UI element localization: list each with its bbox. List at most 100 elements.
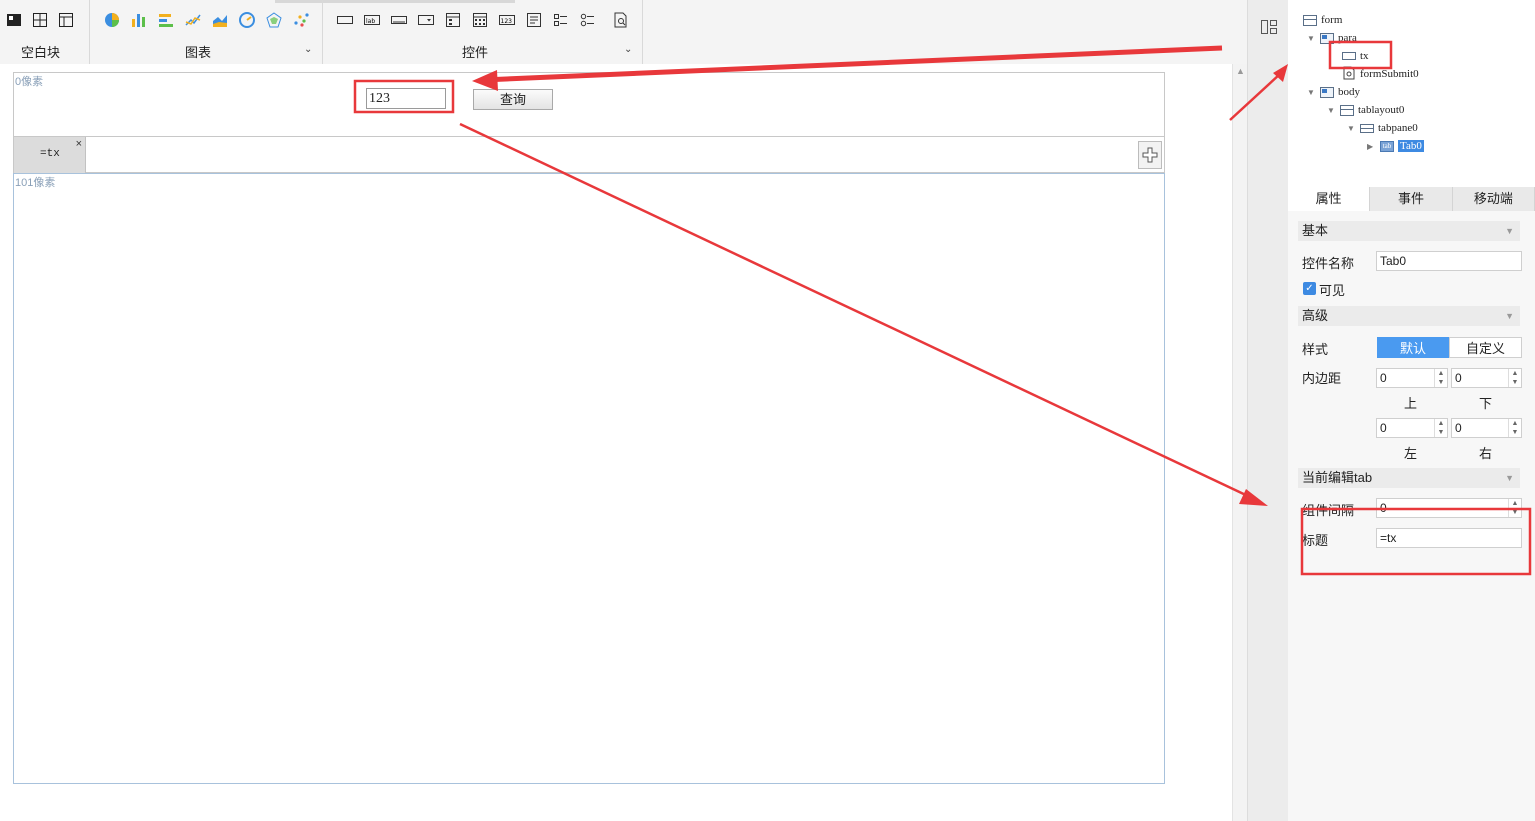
tree-node-tabpane0[interactable]: ▼ tabpane0 [1347,120,1418,136]
gap-stepper[interactable]: 0 ▲ ▼ [1376,498,1522,518]
absolute-layout-icon[interactable] [4,10,24,30]
padding-left-label: 左 [1404,446,1418,461]
tree-node-body[interactable]: ▼ body [1307,84,1360,100]
stepper-arrows-icon[interactable]: ▲ ▼ [1508,419,1521,437]
collapsed-arrow-icon[interactable]: ▶ [1367,142,1376,151]
tree-node-tablayout0[interactable]: ▼ tablayout0 [1327,102,1404,118]
dropdown-tree-widget-icon[interactable] [443,10,463,30]
label-widget-icon[interactable]: lab [362,10,382,30]
padding-top-label: 上 [1404,396,1418,411]
svg-text:lab: lab [366,18,375,25]
dropdown-widget-icon[interactable] [416,10,436,30]
section-collapse-icon[interactable]: ▼ [1505,306,1514,326]
advanced-section-header[interactable]: 高级 ▼ [1298,306,1520,326]
body-block[interactable]: 101像素 [13,173,1165,784]
title-label: 标题 [1302,533,1329,548]
widget-tree-panel: form ▼ para tx formSubmit0 ▼ body ▼ tabl… [1288,0,1535,187]
line-chart-icon[interactable] [183,10,203,30]
gauge-chart-icon[interactable] [237,10,257,30]
para-block[interactable]: 0像素 [13,72,1165,137]
body-node-icon [1320,86,1334,98]
title-input[interactable]: =tx [1376,528,1522,548]
para-pixel-label: 0像素 [15,76,44,88]
tree-node-tx[interactable]: tx [1342,48,1369,64]
date-widget-icon[interactable] [470,10,490,30]
style-custom-toggle[interactable]: 自定义 [1449,337,1522,358]
table-layout-icon[interactable] [56,10,76,30]
tab-mobile[interactable]: 移动端 [1453,187,1535,211]
radar-chart-icon[interactable] [264,10,284,30]
tab-close-icon[interactable]: × [76,138,82,150]
tab-node-icon: tab [1380,140,1394,152]
expand-arrow-icon[interactable]: ▼ [1347,124,1356,133]
gap-label: 组件间隔 [1302,503,1355,518]
radio-group-widget-icon[interactable] [578,10,598,30]
stepper-arrows-icon[interactable]: ▲ ▼ [1434,369,1447,387]
padding-bottom-label: 下 [1479,396,1493,411]
current-tab-section-header[interactable]: 当前编辑tab ▼ [1298,468,1520,488]
widget-expand-chevron-icon[interactable]: ⌄ [624,44,632,55]
padding-bottom-stepper[interactable]: 0 ▲ ▼ [1451,368,1522,388]
style-default-toggle[interactable]: 默认 [1377,337,1449,358]
stepper-arrows-icon[interactable]: ▲ ▼ [1508,499,1521,517]
visible-checkbox[interactable]: ✓ [1303,282,1316,295]
canvas-vertical-scrollbar[interactable]: ▲ [1232,64,1247,821]
stepper-arrows-icon[interactable]: ▲ ▼ [1508,369,1521,387]
tab-events[interactable]: 事件 [1370,187,1453,211]
tx-text-input[interactable]: 123 [366,88,446,109]
split-layout-icon[interactable] [30,10,50,30]
stepper-arrows-icon[interactable]: ▲ ▼ [1434,419,1447,437]
padding-right-stepper[interactable]: 0 ▲ ▼ [1451,418,1522,438]
side-strip [1247,0,1288,821]
body-pixel-label: 101像素 [15,177,56,189]
button-widget-icon[interactable] [389,10,409,30]
property-panel: 基本 ▼ 控件名称 Tab0 ✓ 可见 高级 ▼ 样式 默认 自定义 内边距 0… [1288,211,1535,821]
padding-left-stepper[interactable]: 0 ▲ ▼ [1376,418,1448,438]
widget-name-input[interactable]: Tab0 [1376,251,1522,271]
property-tabs: 属性 事件 移动端 [1288,187,1535,211]
toolbar: 空白块 图表 ⌄ lab 123 控件 ⌄ [0,0,1247,64]
component-layout-icon[interactable] [1260,18,1278,36]
widget-name-label: 控件名称 [1302,256,1355,271]
checkbox-group-widget-icon[interactable] [551,10,571,30]
text-box-widget-icon[interactable] [335,10,355,30]
query-button-widget-icon[interactable] [611,10,631,30]
horizontal-bar-icon[interactable] [156,10,176,30]
area-chart-icon[interactable] [210,10,230,30]
query-node-icon [1342,66,1356,83]
tab-0-title: =tx [40,148,60,160]
query-button[interactable]: 查询 [473,89,553,110]
expand-arrow-icon[interactable]: ▼ [1307,88,1316,97]
tree-node-tab0[interactable]: ▶ tab Tab0 [1367,138,1424,154]
expand-arrow-icon[interactable]: ▼ [1307,34,1316,43]
tab-properties[interactable]: 属性 [1288,187,1371,211]
section-collapse-icon[interactable]: ▼ [1505,468,1514,488]
tabpane-node-icon [1360,123,1374,133]
add-tab-button[interactable] [1138,141,1162,169]
tree-node-formsubmit0[interactable]: formSubmit0 [1342,66,1419,82]
textbox-node-icon [1342,52,1356,60]
chart-group: 图表 ⌄ [90,0,323,64]
tab-0[interactable]: =tx × [14,137,86,173]
pie-chart-icon[interactable] [102,10,122,30]
tree-node-form[interactable]: form [1303,12,1342,28]
text-area-widget-icon[interactable] [524,10,544,30]
basic-section-header[interactable]: 基本 ▼ [1298,221,1520,241]
form-node-icon [1303,14,1317,26]
scatter-chart-icon[interactable] [291,10,311,30]
section-collapse-icon[interactable]: ▼ [1505,221,1514,241]
widget-group: lab 123 控件 ⌄ [323,0,643,64]
blank-block-label: 空白块 [21,45,61,60]
scroll-up-arrow-icon[interactable]: ▲ [1236,66,1245,76]
number-widget-icon[interactable]: 123 [497,10,517,30]
tablayout-node-icon [1340,104,1354,116]
bar-chart-icon[interactable] [129,10,149,30]
blank-block-group: 空白块 [0,0,90,64]
padding-top-stepper[interactable]: 0 ▲ ▼ [1376,368,1448,388]
tab-bar: =tx × [13,137,1165,173]
tree-node-para[interactable]: ▼ para [1307,30,1357,46]
padding-right-label: 右 [1479,446,1493,461]
padding-label: 内边距 [1302,371,1342,386]
expand-arrow-icon[interactable]: ▼ [1327,106,1336,115]
chart-expand-chevron-icon[interactable]: ⌄ [304,44,312,55]
